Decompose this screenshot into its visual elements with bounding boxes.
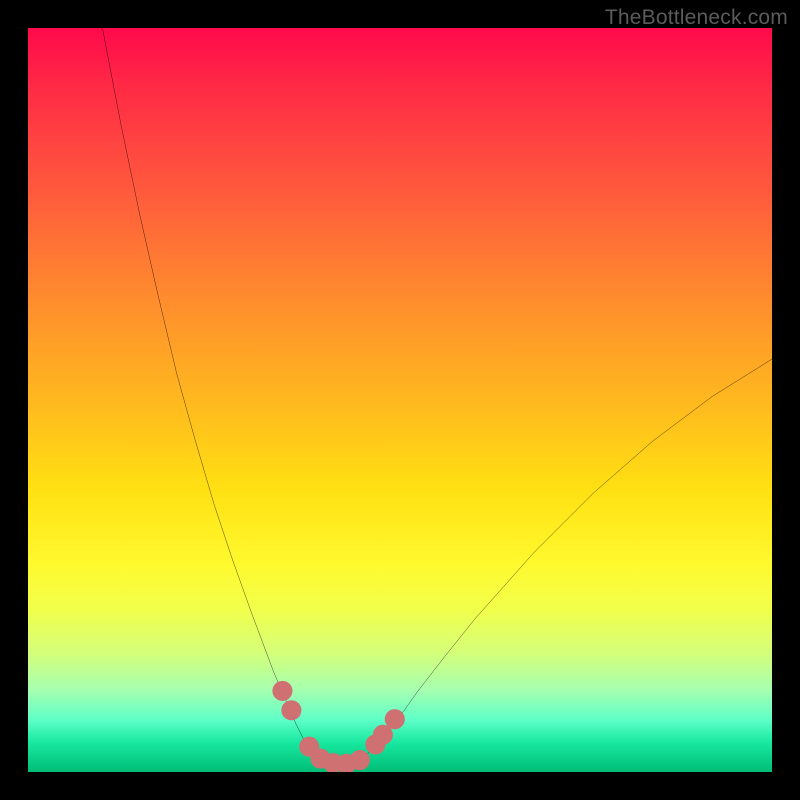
marker-dot-6	[350, 750, 370, 770]
chart-plot-area	[28, 28, 772, 772]
series-left-arm	[102, 28, 310, 751]
outer-frame: TheBottleneck.com	[0, 0, 800, 800]
watermark-label: TheBottleneck.com	[605, 6, 788, 30]
marker-dot-9	[385, 709, 405, 729]
marker-dot-0	[272, 681, 292, 701]
chart-series-group	[102, 28, 772, 765]
chart-svg	[28, 28, 772, 772]
marker-dot-1	[281, 700, 301, 720]
chart-marker-group	[272, 681, 404, 772]
series-right-arm	[370, 359, 772, 751]
